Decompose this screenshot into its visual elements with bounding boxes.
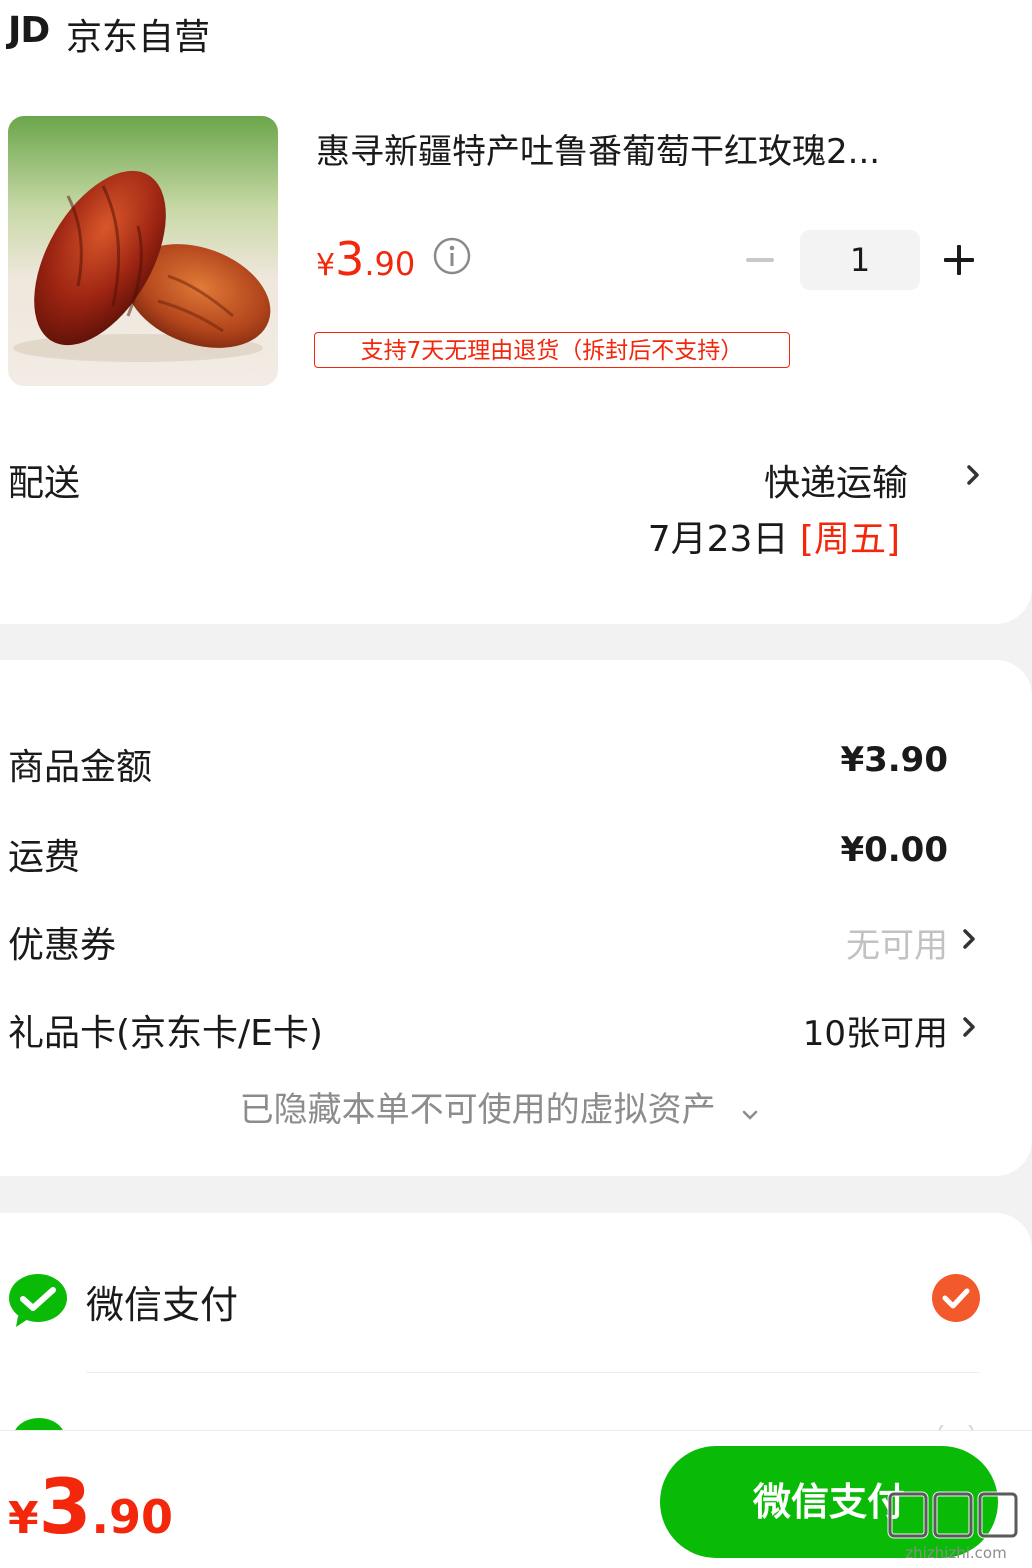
fee-row-goods-amount: 商品金额 ¥3.90 (8, 738, 1008, 788)
increase-quantity-button[interactable] (940, 240, 978, 280)
watermark-text: zhizhizhi.com (905, 1544, 1006, 1562)
hidden-assets-toggle[interactable]: 已隐藏本单不可使用的虚拟资产 (0, 1082, 1000, 1132)
chevron-down-icon (740, 1092, 760, 1132)
fee-row-shipping: 运费 ¥0.00 (8, 828, 1008, 878)
divider (86, 1372, 980, 1373)
fee-label: 礼品卡(京东卡/E卡) (8, 1013, 323, 1054)
decrease-quantity-button[interactable] (742, 240, 778, 280)
fee-row-gift-card[interactable]: 礼品卡(京东卡/E卡) 10张可用 (8, 1004, 1008, 1054)
store-name: 京东自营 (66, 17, 211, 58)
total-symbol: ¥ (8, 1493, 39, 1544)
fee-label: 商品金额 (8, 747, 153, 788)
total-integer: 3 (38, 1462, 92, 1551)
order-total: ¥3.90 (8, 1462, 173, 1551)
delivery-date: 7月23日 [周五] (560, 510, 900, 562)
delivery-weekday: [周五] (799, 519, 900, 560)
quantity-value[interactable]: 1 (800, 230, 920, 290)
jd-logo: JD (8, 10, 50, 51)
return-policy-badge: 支持7天无理由退货（拆封后不支持） (314, 332, 790, 368)
price-decimal: .90 (364, 245, 416, 283)
shipping-label: 配送 (8, 463, 81, 504)
fee-label: 运费 (8, 837, 81, 878)
price-symbol: ¥ (316, 248, 336, 283)
hidden-assets-text: 已隐藏本单不可使用的虚拟资产 (239, 1090, 716, 1130)
chevron-right-icon[interactable] (962, 460, 984, 490)
fee-value: ¥3.90 (840, 740, 948, 780)
fee-row-coupon[interactable]: 优惠券 无可用 (8, 916, 1008, 966)
product-price: ¥3.90 (316, 232, 415, 286)
fee-label: 优惠券 (8, 925, 117, 966)
coupon-status: 无可用 (846, 926, 948, 966)
payment-method-label[interactable]: 微信支付 (86, 1274, 238, 1329)
chevron-right-icon (958, 1012, 980, 1042)
fee-value: ¥0.00 (840, 830, 948, 870)
total-decimal: .90 (91, 1490, 174, 1544)
shipping-method[interactable]: 快递运输 (640, 454, 908, 506)
delivery-date-text: 7月23日 (647, 519, 789, 560)
selected-check-icon[interactable] (932, 1274, 980, 1322)
wechat-pay-icon (8, 1272, 68, 1328)
info-icon[interactable] (432, 236, 472, 276)
chevron-right-icon (958, 924, 980, 954)
product-title[interactable]: 惠寻新疆特产吐鲁番葡萄干红玫瑰2... (316, 124, 976, 173)
product-thumbnail[interactable] (8, 116, 278, 386)
gift-card-status: 10张可用 (802, 1014, 948, 1054)
price-integer: 3 (335, 232, 365, 286)
site-watermark: zhizhizhi.com (880, 1488, 1030, 1564)
